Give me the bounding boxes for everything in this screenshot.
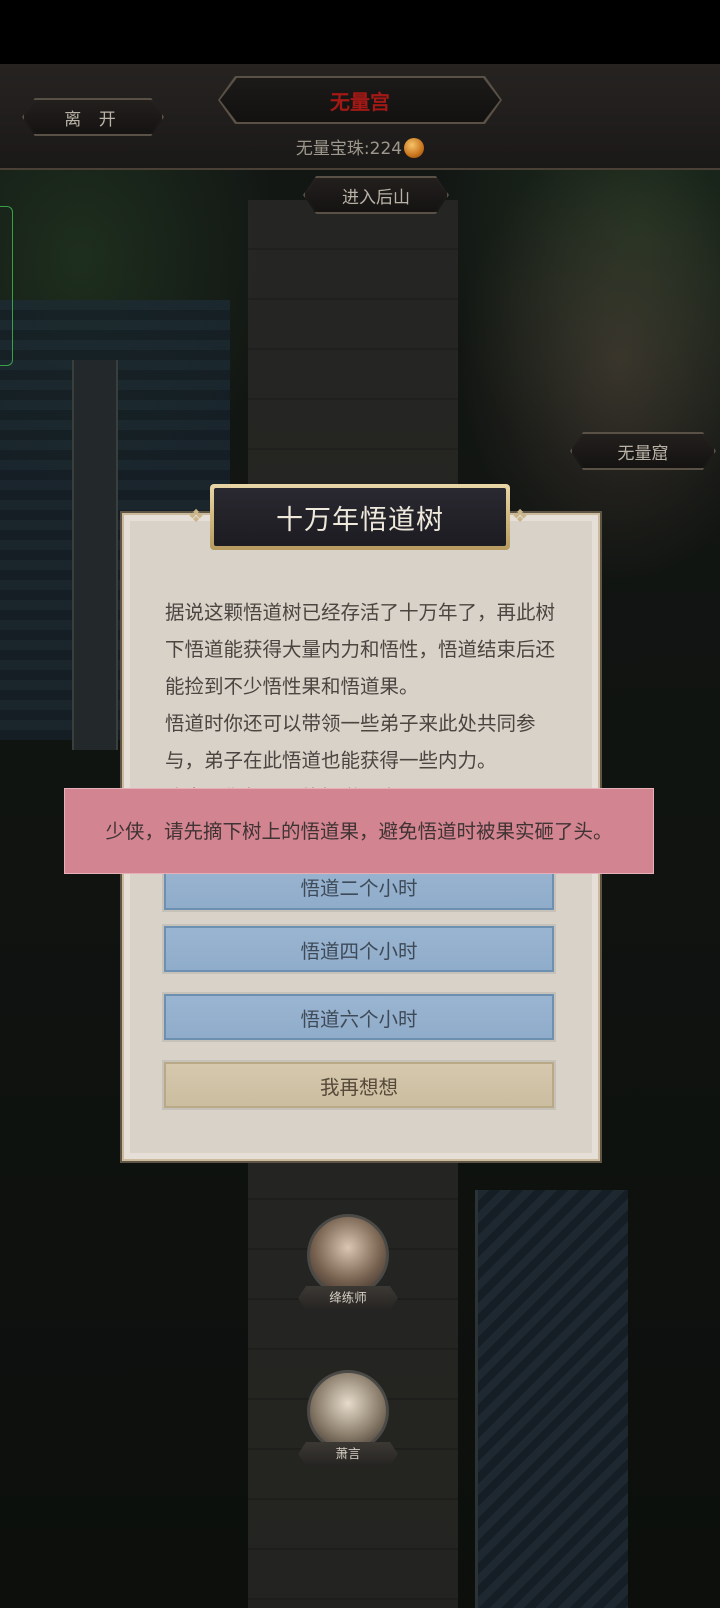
option-6-hours-button[interactable]: 悟道六个小时 [164,994,554,1040]
cancel-button[interactable]: 我再想想 [164,1062,554,1108]
npc-name-label: 萧言 [298,1442,398,1466]
dialog-description: 据说这颗悟道树已经存活了十万年了，再此树下悟道能获得大量内力和悟性，悟道结束后还… [165,594,565,816]
side-panel-tab[interactable] [0,206,13,366]
dialog-title-frame: 十万年悟道树 [210,484,510,550]
npc-portrait[interactable] [307,1370,389,1452]
pearl-coin-icon [404,138,425,158]
location-title-plate: 无量宫 [218,76,502,124]
currency-display: 无量宝珠:224 [0,134,720,159]
building-roof-right [475,1190,628,1608]
status-bar [0,0,720,64]
ornament-left-icon: ❖ [188,506,205,527]
cave-location-button[interactable]: 无量窟 [570,432,716,470]
dialog-title: 十万年悟道树 [214,488,506,546]
location-title: 无量宫 [220,78,500,122]
dialog-paragraph: 悟道时你还可以带领一些弟子来此处共同参与，弟子在此悟道也能获得一些内力。 [165,712,536,772]
toast-message: 少侠，请先摘下树上的悟道果，避免悟道时被果实砸了头。 [64,788,654,874]
enter-back-mountain-button[interactable]: 进入后山 [303,176,449,214]
npc-2[interactable]: 萧言 [298,1370,398,1466]
currency-label: 无量宝珠: [295,139,370,159]
dialog-paragraph: 据说这颗悟道树已经存活了十万年了，再此树下悟道能获得大量内力和悟性，悟道结束后还… [165,601,556,698]
option-4-hours-button[interactable]: 悟道四个小时 [164,926,554,972]
npc-name-label: 绛练师 [298,1286,398,1310]
leave-button[interactable]: 离 开 [22,98,164,136]
stone-pillar [72,360,118,750]
npc-1[interactable]: 绛练师 [298,1214,398,1310]
currency-value: 224 [369,139,403,159]
ornament-right-icon: ❖ [512,506,529,527]
npc-portrait[interactable] [307,1214,389,1296]
